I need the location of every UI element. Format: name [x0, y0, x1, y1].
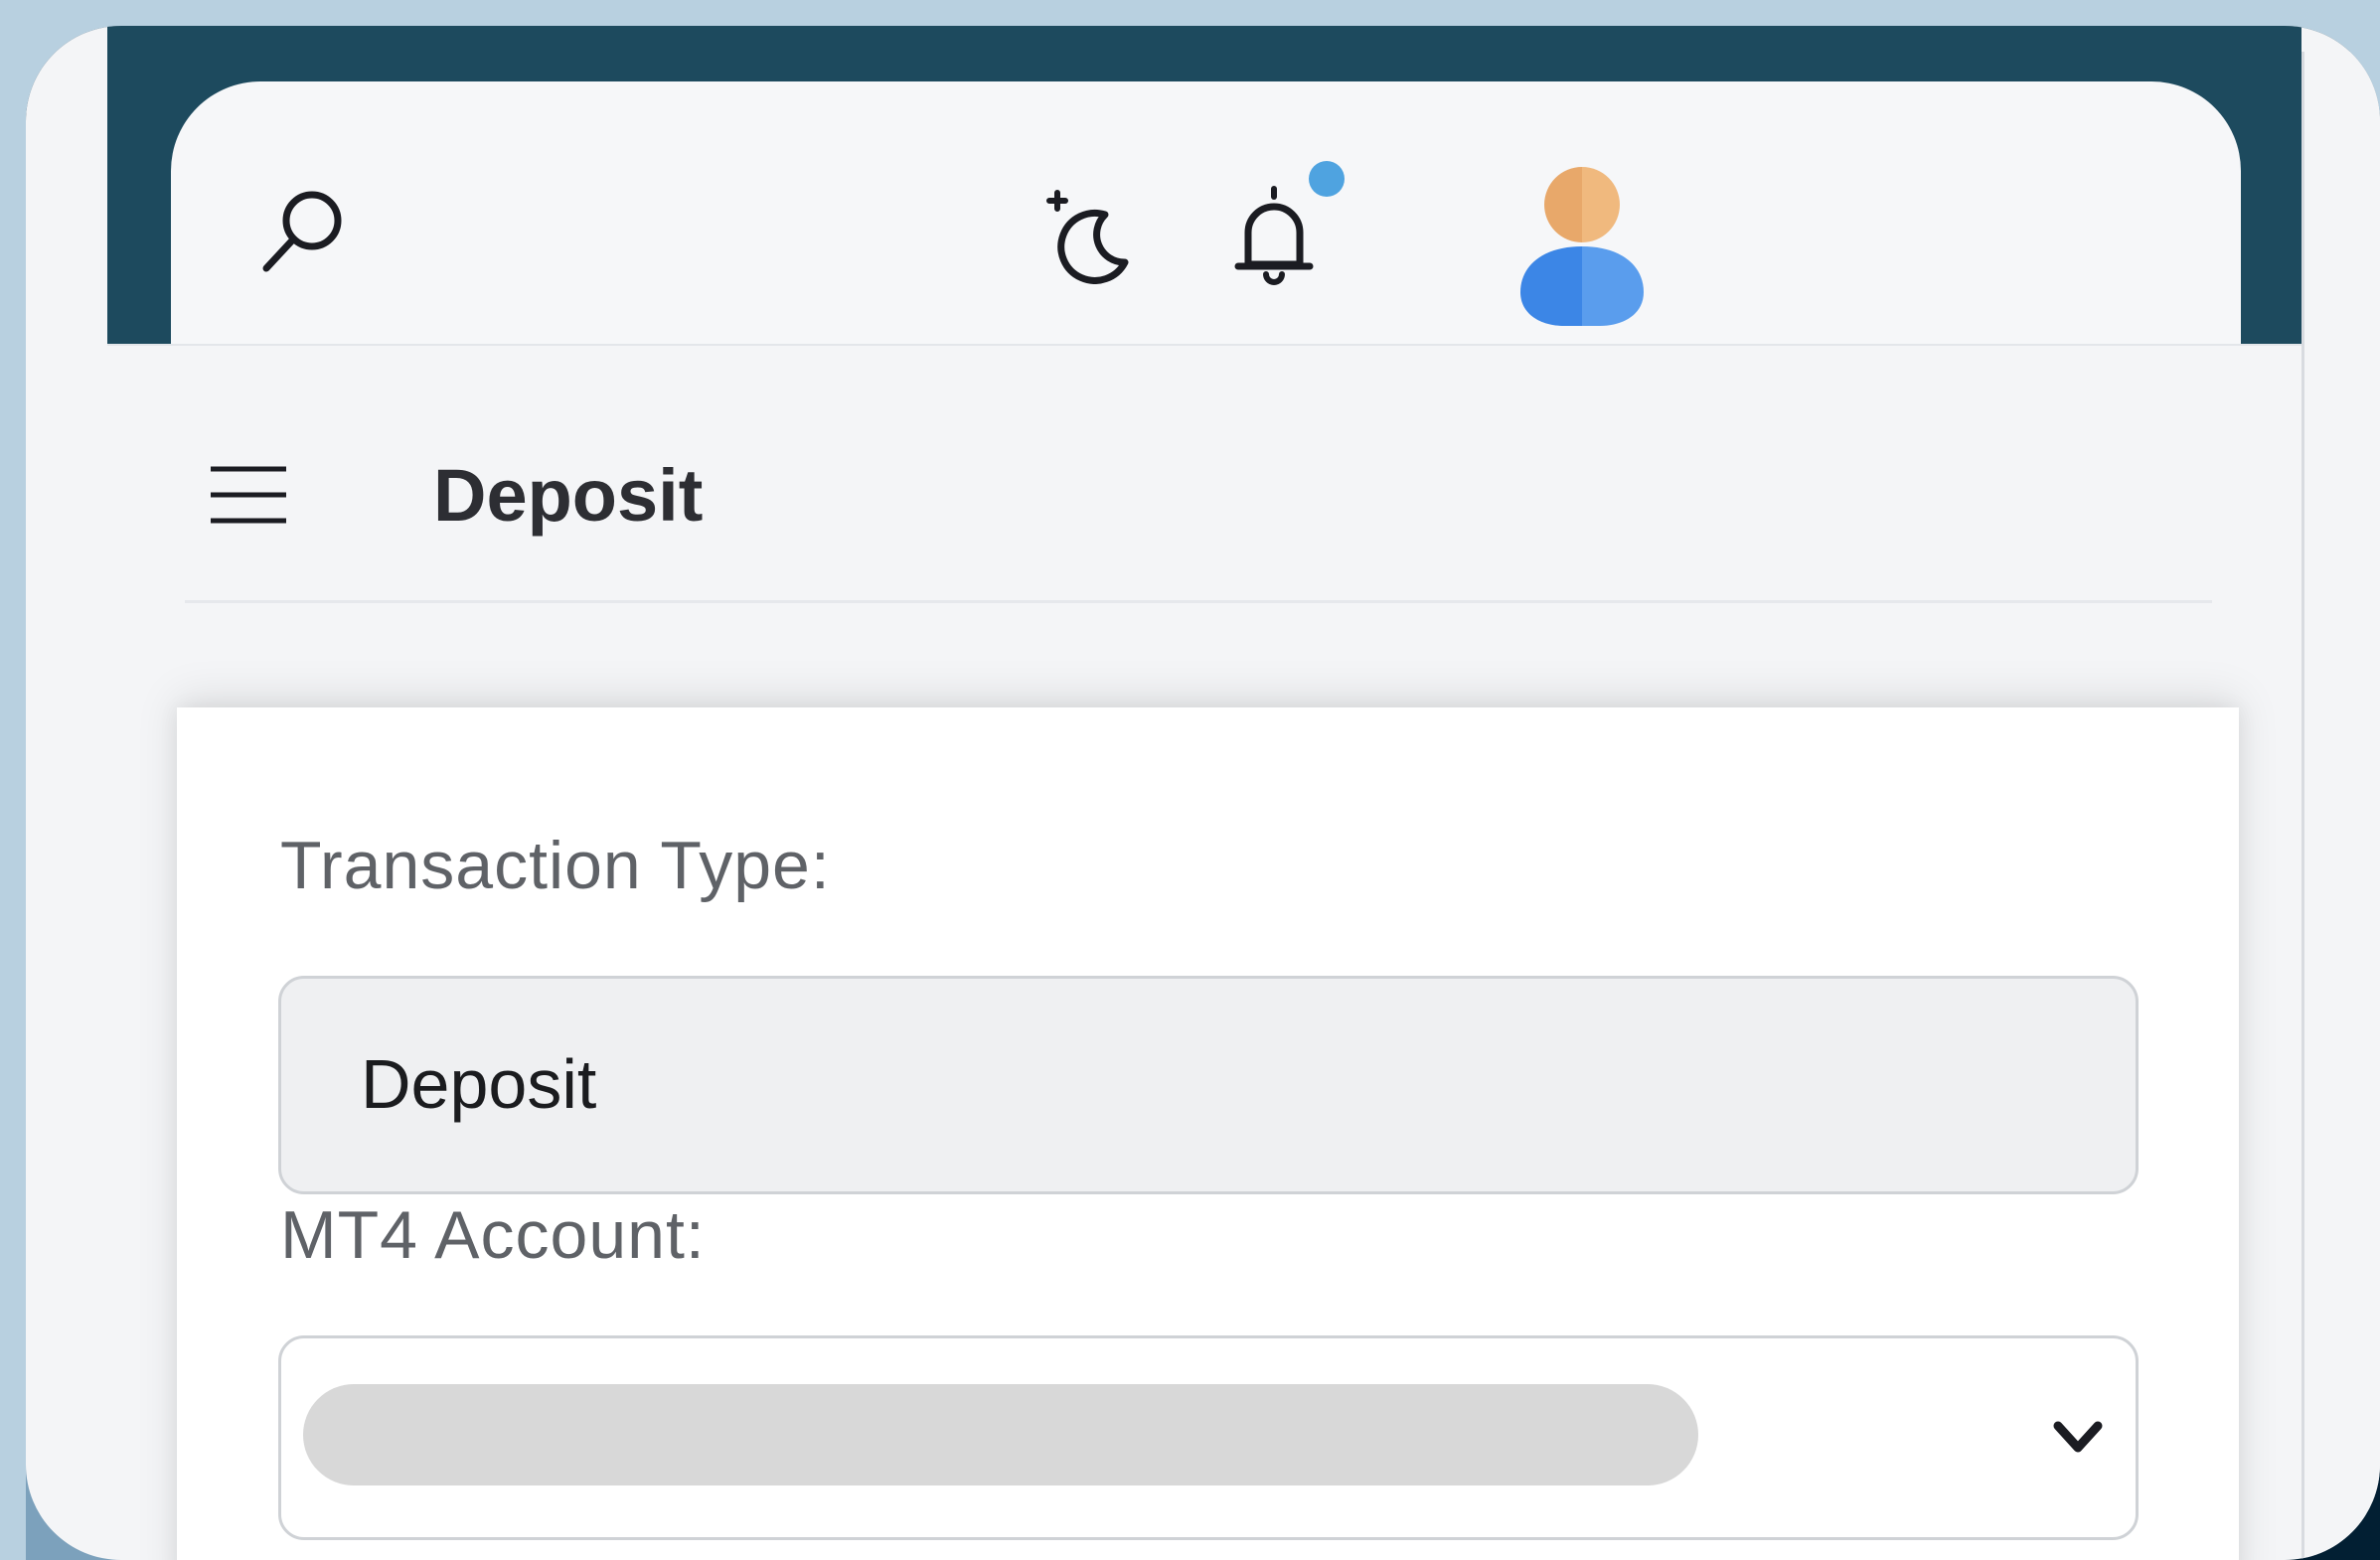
scrollbar-track[interactable]	[2301, 52, 2380, 1560]
transaction-type-value: Deposit	[361, 1045, 597, 1123]
bell-icon[interactable]	[1224, 181, 1324, 290]
account-select[interactable]	[278, 1335, 2139, 1540]
page-header: Deposit	[107, 346, 2301, 602]
search-icon[interactable]	[256, 181, 352, 276]
section-divider	[185, 600, 2212, 603]
menu-icon[interactable]	[207, 463, 290, 527]
deposit-form-card: Transaction Type: Deposit MT4 Account:	[177, 707, 2239, 1560]
account-label: MT4 Account:	[280, 1197, 706, 1273]
avatar[interactable]	[1512, 159, 1652, 328]
page-title: Deposit	[433, 454, 704, 537]
moon-icon[interactable]	[1035, 185, 1135, 284]
account-value-placeholder	[303, 1384, 1698, 1485]
top-bar	[171, 81, 2241, 344]
chevron-down-icon[interactable]	[2050, 1416, 2106, 1460]
transaction-type-label: Transaction Type:	[280, 828, 831, 903]
transaction-type-field: Deposit	[278, 976, 2139, 1194]
notification-dot	[1309, 161, 1345, 197]
app-screen: Deposit Transaction Type: Deposit MT4 Ac…	[26, 26, 2380, 1560]
